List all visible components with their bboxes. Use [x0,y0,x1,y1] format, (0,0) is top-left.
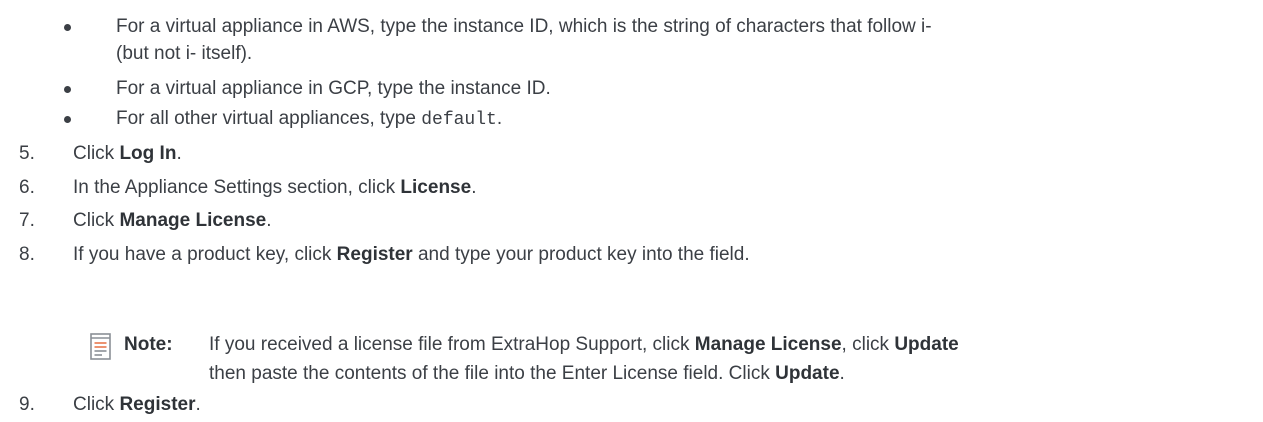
note-text-continued: then paste the contents of the file into… [209,363,776,384]
step-text: In the Appliance Settings section, click [73,177,401,198]
step-text-end: and type your product key into the field… [412,244,750,265]
ui-label-bold: Log In [119,143,177,164]
step-number: 7. [19,210,35,231]
step-text: Click [73,394,120,415]
bullet-text-continued: (but not i- itself). [116,43,253,64]
step-text: If you have a product key, click [73,244,337,265]
bullet-text: For a virtual appliance in GCP, type the… [116,78,551,99]
note-label: Note: [124,334,173,355]
document-page: For a virtual appliance in AWS, type the… [0,0,1263,422]
step-number: 8. [19,244,35,265]
bullet-dot-icon [64,86,71,93]
step-text-end: . [195,394,201,415]
step-text-end: . [471,177,477,198]
code-literal: default [421,110,497,130]
step-text-end: . [176,143,182,164]
bullet-text: For a virtual appliance in AWS, type the… [116,16,932,37]
note-document-icon [90,333,111,360]
ui-label-bold: Register [336,244,413,265]
ui-label-bold: Register [119,394,196,415]
step-number: 6. [19,177,35,198]
ui-label-bold: Update [775,363,840,384]
bullet-dot-icon [64,116,71,123]
step-text-end: . [266,210,272,231]
bullet-dot-icon [64,24,71,31]
step-number: 9. [19,394,35,415]
note-text-end: . [839,363,845,384]
bullet-text-end: . [496,108,503,129]
ui-label-bold: Manage License [694,334,842,355]
note-text: If you received a license file from Extr… [209,334,695,355]
step-text: Click [73,143,120,164]
note-text-mid: , click [841,334,895,355]
step-text: Click [73,210,120,231]
ui-label-bold: Manage License [119,210,267,231]
ui-label-bold: License [400,177,472,198]
ui-label-bold: Update [894,334,959,355]
bullet-text: For all other virtual appliances, type [116,108,422,129]
step-number: 5. [19,143,35,164]
